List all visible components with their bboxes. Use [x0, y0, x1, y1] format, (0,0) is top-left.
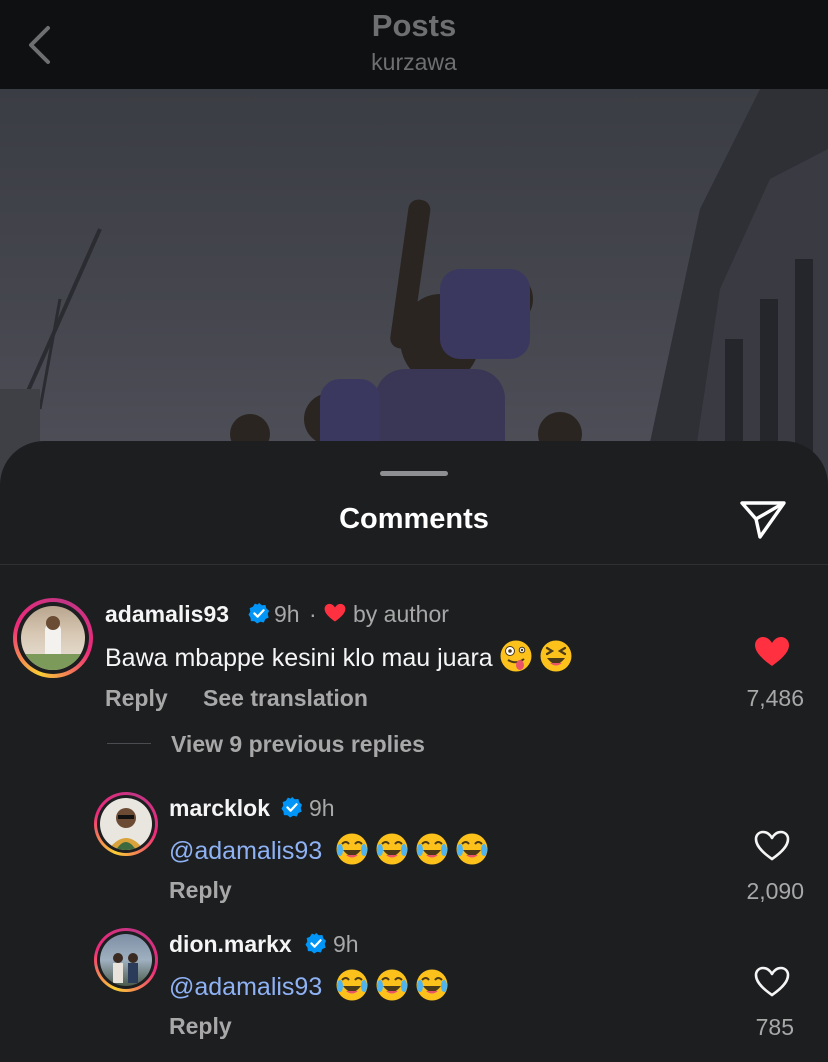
reply-button[interactable]: Reply	[169, 1013, 232, 1040]
page-title: Posts	[371, 8, 457, 43]
heart-outline-icon[interactable]	[754, 966, 790, 998]
comment-time: 9h	[309, 795, 335, 821]
view-previous-replies-button[interactable]: View 9 previous replies	[171, 731, 425, 758]
joy-emoji-icon	[416, 833, 448, 865]
joy-emoji-icon	[456, 833, 488, 865]
comment-text: @adamalis93	[169, 832, 489, 866]
replies-divider	[107, 743, 151, 744]
top-bar: Posts kurzawa	[0, 0, 828, 89]
like-count: 7,486	[746, 685, 804, 711]
heart-filled-icon	[324, 603, 346, 622]
comment-time: 9h	[274, 601, 300, 627]
post-photo	[0, 89, 828, 489]
post-photo-illustration	[0, 89, 828, 489]
comment-time: 9h	[333, 931, 359, 957]
verified-badge-icon	[248, 602, 270, 624]
comment-username[interactable]: adamalis93	[105, 601, 229, 628]
mention-link[interactable]: @adamalis93	[169, 973, 322, 1001]
meta-separator: ·	[309, 601, 317, 627]
verified-badge-icon	[281, 796, 303, 818]
joy-emoji-group	[329, 833, 489, 865]
reply-button[interactable]: Reply	[105, 685, 168, 712]
reply-button[interactable]: Reply	[169, 877, 232, 904]
avatar-photo	[21, 616, 85, 670]
zany-face-emoji-icon	[500, 640, 532, 672]
avatar-photo	[108, 808, 144, 850]
comments-sheet: Comments adamalis93 9h · by author Bawa …	[0, 441, 828, 1062]
avatar[interactable]	[13, 598, 93, 678]
sheet-divider	[0, 564, 828, 565]
mention-link[interactable]: @adamalis93	[169, 837, 322, 865]
comment-username[interactable]: dion.markx	[169, 931, 292, 958]
laughing-squint-emoji-icon	[540, 640, 572, 672]
joy-emoji-icon	[336, 833, 368, 865]
joy-emoji-icon	[376, 969, 408, 1001]
comments-title: Comments	[339, 503, 489, 535]
comment-text-content: Bawa mbappe kesini klo mau juara	[105, 644, 493, 672]
like-count: 2,090	[746, 878, 804, 904]
avatar-photo	[113, 953, 138, 983]
comment-username[interactable]: marcklok	[169, 795, 270, 822]
joy-emoji-icon	[336, 969, 368, 1001]
heart-filled-icon[interactable]	[754, 636, 790, 668]
joy-emoji-icon	[376, 833, 408, 865]
liked-by-author-label: by author	[353, 601, 449, 627]
comment-text: Bawa mbappe kesini klo mau juara	[105, 639, 573, 673]
joy-emoji-icon	[416, 969, 448, 1001]
joy-emoji-group	[329, 969, 449, 1001]
see-translation-button[interactable]: See translation	[203, 685, 368, 712]
avatar[interactable]	[94, 928, 158, 992]
page-subtitle: kurzawa	[371, 49, 457, 75]
heart-outline-icon[interactable]	[754, 830, 790, 862]
verified-badge-icon	[305, 932, 327, 954]
avatar[interactable]	[94, 792, 158, 856]
like-count: 785	[755, 1014, 794, 1040]
sheet-drag-handle[interactable]	[380, 471, 448, 476]
paper-plane-icon[interactable]	[738, 497, 788, 541]
comment-text: @adamalis93	[169, 968, 449, 1002]
